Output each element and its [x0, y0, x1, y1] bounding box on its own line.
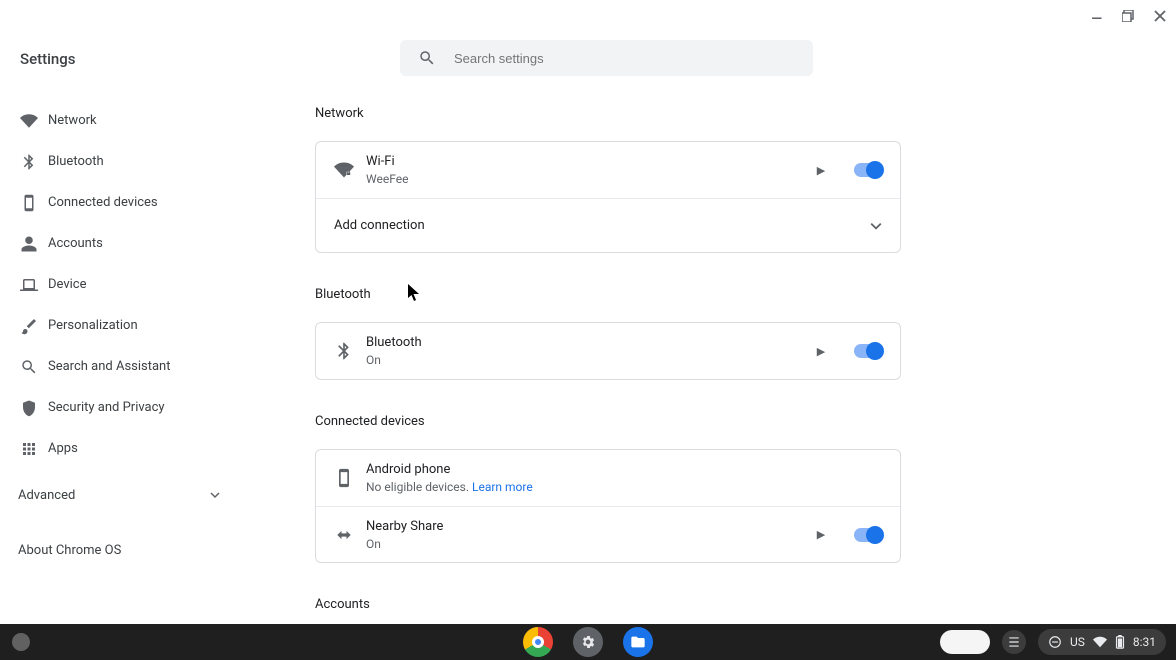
- dnd-icon: [1048, 635, 1062, 649]
- sidebar-item-search-assistant[interactable]: Search and Assistant: [0, 346, 240, 387]
- search-icon: [20, 358, 48, 376]
- nav-label: Security and Privacy: [48, 400, 165, 415]
- wifi-row[interactable]: Wi-Fi WeeFee ▶: [316, 142, 900, 198]
- connected-devices-card: Android phone No eligible devices. Learn…: [315, 449, 901, 563]
- phone-icon: [20, 194, 48, 212]
- shelf: US 8:31: [0, 624, 1176, 660]
- files-app-icon[interactable]: [623, 627, 653, 657]
- network-card: Wi-Fi WeeFee ▶ Add connection: [315, 141, 901, 253]
- sidebar-item-network[interactable]: Network: [0, 100, 240, 141]
- nearby-share-row[interactable]: Nearby Share On ▶: [316, 506, 900, 562]
- add-connection-row[interactable]: Add connection: [316, 198, 900, 252]
- tote-tray[interactable]: [940, 630, 990, 654]
- sidebar-about[interactable]: About Chrome OS: [0, 543, 240, 558]
- wifi-status-icon: [1093, 635, 1107, 649]
- brush-icon: [20, 317, 48, 335]
- nav-label: Search and Assistant: [48, 359, 171, 374]
- bluetooth-icon: [334, 341, 366, 361]
- wifi-title: Wi-Fi: [366, 153, 814, 171]
- apps-icon: [20, 440, 48, 458]
- section-title-accounts: Accounts: [315, 597, 901, 612]
- wifi-icon: [20, 112, 48, 130]
- clock-label: 8:31: [1133, 635, 1156, 649]
- phone-icon: [334, 468, 366, 488]
- chrome-app-icon[interactable]: [523, 627, 553, 657]
- about-label: About Chrome OS: [18, 543, 121, 558]
- nav-label: Personalization: [48, 318, 138, 333]
- bluetooth-title: Bluetooth: [366, 334, 814, 352]
- nearby-toggle[interactable]: [854, 528, 882, 542]
- nav-label: Device: [48, 277, 87, 292]
- bluetooth-toggle[interactable]: [854, 344, 882, 358]
- android-title: Android phone: [366, 461, 882, 479]
- nav-label: Accounts: [48, 236, 103, 251]
- sidebar-item-connected-devices[interactable]: Connected devices: [0, 182, 240, 223]
- battery-icon: [1115, 635, 1125, 649]
- search-bar[interactable]: [400, 40, 813, 76]
- sidebar-item-bluetooth[interactable]: Bluetooth: [0, 141, 240, 182]
- nav-label: Apps: [48, 441, 78, 456]
- sidebar-item-personalization[interactable]: Personalization: [0, 305, 240, 346]
- nav-label: Network: [48, 113, 97, 128]
- laptop-icon: [20, 276, 48, 294]
- nearby-share-icon: [334, 525, 366, 545]
- android-phone-row[interactable]: Android phone No eligible devices. Learn…: [316, 450, 900, 506]
- sidebar-item-accounts[interactable]: Accounts: [0, 223, 240, 264]
- nav-label: Connected devices: [48, 195, 158, 210]
- search-input[interactable]: [454, 51, 795, 66]
- ime-label: US: [1070, 635, 1085, 649]
- wifi-secure-icon: [334, 160, 366, 180]
- chevron-down-icon: [210, 490, 220, 500]
- nearby-title: Nearby Share: [366, 518, 814, 536]
- bluetooth-row[interactable]: Bluetooth On ▶: [316, 323, 900, 379]
- main-content: Network Wi-Fi WeeFee ▶ Add connection: [240, 0, 1176, 624]
- search-icon: [418, 49, 436, 67]
- launcher-button[interactable]: [12, 633, 30, 651]
- person-icon: [20, 235, 48, 253]
- sidebar-item-apps[interactable]: Apps: [0, 428, 240, 469]
- section-title-bluetooth: Bluetooth: [315, 287, 901, 302]
- nav-label: Bluetooth: [48, 154, 104, 169]
- chevron-right-icon: ▶: [814, 345, 828, 358]
- advanced-label: Advanced: [18, 488, 75, 503]
- sidebar: Settings Network Bluetooth Connected dev…: [0, 0, 240, 624]
- sidebar-advanced[interactable]: Advanced: [0, 475, 240, 515]
- chevron-right-icon: ▶: [814, 528, 828, 541]
- settings-app-icon[interactable]: [573, 627, 603, 657]
- chevron-down-icon: [870, 220, 882, 232]
- page-title: Settings: [0, 50, 240, 68]
- learn-more-link[interactable]: Learn more: [472, 480, 533, 494]
- shield-icon: [20, 399, 48, 417]
- status-tray[interactable]: US 8:31: [1038, 629, 1166, 655]
- wifi-status: WeeFee: [366, 171, 814, 187]
- android-sub: No eligible devices.: [366, 480, 472, 494]
- section-title-network: Network: [315, 106, 901, 121]
- nearby-status: On: [366, 536, 814, 552]
- add-connection-label: Add connection: [334, 218, 425, 233]
- wifi-toggle[interactable]: [854, 163, 882, 177]
- bluetooth-icon: [20, 153, 48, 171]
- sidebar-item-device[interactable]: Device: [0, 264, 240, 305]
- notifications-icon[interactable]: [1002, 630, 1026, 654]
- bluetooth-card: Bluetooth On ▶: [315, 322, 901, 380]
- section-title-connected: Connected devices: [315, 414, 901, 429]
- chevron-right-icon: ▶: [814, 164, 828, 177]
- bluetooth-status: On: [366, 352, 814, 368]
- sidebar-item-security-privacy[interactable]: Security and Privacy: [0, 387, 240, 428]
